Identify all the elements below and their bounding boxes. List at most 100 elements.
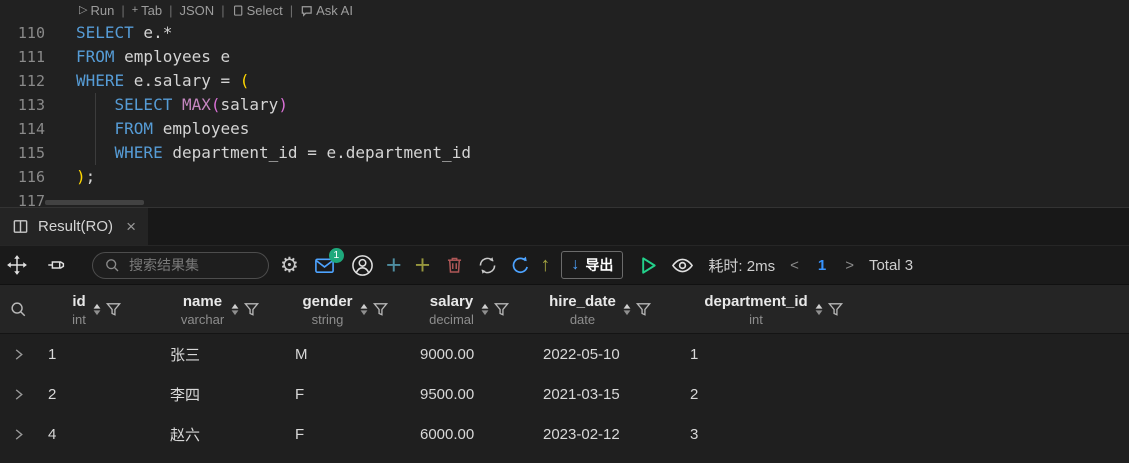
column-header[interactable]: department_id int	[670, 292, 878, 327]
line-text: SELECT MAX(salary)	[76, 93, 288, 117]
select-button[interactable]: Select	[232, 3, 283, 18]
column-title: hire_date date	[549, 292, 616, 327]
sort-icon[interactable]	[479, 301, 491, 318]
column-header[interactable]: hire_date date	[531, 292, 670, 327]
column-type: varchar	[180, 311, 225, 327]
line-number: 110	[17, 24, 45, 42]
refresh-button[interactable]	[476, 254, 499, 277]
messages-button[interactable]: 1	[313, 247, 344, 276]
table-cell[interactable]: 李四	[158, 384, 283, 405]
line-number: 116	[17, 168, 45, 186]
column-title: gender string	[302, 292, 352, 327]
table-cell[interactable]: 赵六	[158, 424, 283, 445]
search-input[interactable]: 搜索结果集	[92, 251, 269, 279]
move-button[interactable]	[6, 254, 28, 276]
pin-button[interactable]	[45, 254, 68, 276]
settings-button[interactable]: ⚙	[280, 253, 299, 278]
code-line[interactable]: 111 FROM employees e	[0, 45, 1129, 69]
codelens-separator: |	[169, 3, 173, 18]
sync-icon	[479, 256, 496, 274]
code-line[interactable]: 114 FROM employees	[0, 117, 1129, 141]
line-number: 115	[17, 144, 45, 162]
result-panel: Result(RO) × 搜索结果集 ⚙ 1 + + ↑ ↓ 导出 耗时: 2m…	[0, 207, 1129, 463]
code-line[interactable]: 116 );	[0, 165, 1129, 189]
run-query-button[interactable]: ▷ Run	[79, 3, 114, 18]
next-page-button[interactable]: >	[845, 257, 854, 274]
table-cell[interactable]: 2	[36, 386, 158, 403]
table-cell[interactable]: F	[283, 426, 408, 443]
sql-editor[interactable]: ▷ Run | + Tab | JSON | Select | Ask AI 1…	[0, 0, 1129, 210]
table-row[interactable]: 4 赵六 F 6000.00 2023-02-12 3	[0, 414, 1129, 454]
download-icon: ↓	[571, 256, 580, 273]
table-cell[interactable]: F	[283, 386, 408, 403]
sort-icon[interactable]	[358, 301, 370, 318]
column-type: decimal	[429, 311, 474, 327]
sort-icon[interactable]	[91, 301, 103, 318]
column-header[interactable]: salary decimal	[408, 292, 531, 327]
code-lines[interactable]: 110 SELECT e.* 111 FROM employees e 112 …	[0, 21, 1129, 213]
table-cell[interactable]: 2	[670, 386, 878, 403]
prev-page-button[interactable]: <	[790, 257, 799, 274]
page-number[interactable]: 1	[818, 257, 826, 274]
row-expander[interactable]	[0, 388, 36, 401]
code-line[interactable]: 115 WHERE department_id = e.department_i…	[0, 141, 1129, 165]
filter-funnel-icon[interactable]	[105, 301, 122, 318]
table-row[interactable]: 2 李四 F 9500.00 2021-03-15 2	[0, 374, 1129, 414]
grid-corner-search[interactable]	[0, 300, 36, 318]
table-cell[interactable]: 2021-03-15	[531, 386, 670, 403]
table-cell[interactable]: 9500.00	[408, 386, 531, 403]
column-header[interactable]: id int	[36, 292, 158, 327]
eye-icon	[672, 258, 694, 272]
total-count: Total 3	[868, 256, 914, 274]
tab-result[interactable]: Result(RO) ×	[0, 208, 148, 245]
row-expander[interactable]	[0, 428, 36, 441]
table-cell[interactable]: 2023-02-12	[531, 426, 670, 443]
editor-horizontal-scrollbar[interactable]	[45, 200, 144, 205]
result-toolbar: 搜索结果集 ⚙ 1 + + ↑ ↓ 导出 耗时: 2ms < 1 > Total…	[0, 246, 1129, 285]
account-button[interactable]	[351, 254, 374, 277]
filter-funnel-icon[interactable]	[243, 301, 260, 318]
sort-icon[interactable]	[813, 301, 825, 318]
table-row[interactable]: 1 张三 M 9000.00 2022-05-10 1	[0, 334, 1129, 374]
code-line[interactable]: 110 SELECT e.*	[0, 21, 1129, 45]
sort-icon[interactable]	[229, 301, 241, 318]
rollback-button[interactable]	[509, 254, 532, 277]
table-cell[interactable]: 3	[670, 426, 878, 443]
column-controls	[358, 301, 389, 318]
commit-button[interactable]: ↑	[540, 254, 550, 277]
table-cell[interactable]: 2022-05-10	[531, 346, 670, 363]
close-icon[interactable]: ×	[126, 218, 136, 235]
filter-funnel-icon[interactable]	[372, 301, 389, 318]
ask-ai-button[interactable]: Ask AI	[300, 3, 353, 18]
new-tab-button[interactable]: + Tab	[132, 3, 162, 18]
filter-funnel-icon[interactable]	[635, 301, 652, 318]
column-title: name varchar	[181, 292, 224, 327]
table-cell[interactable]: 6000.00	[408, 426, 531, 443]
filter-funnel-icon[interactable]	[827, 301, 844, 318]
json-button[interactable]: JSON	[180, 3, 215, 18]
column-header[interactable]: name varchar	[158, 292, 283, 327]
code-line[interactable]: 113 SELECT MAX(salary)	[0, 93, 1129, 117]
table-cell[interactable]: 1	[36, 346, 158, 363]
preview-button[interactable]	[670, 254, 695, 277]
filter-funnel-icon[interactable]	[493, 301, 510, 318]
table-cell[interactable]: M	[283, 346, 408, 363]
table-cell[interactable]: 4	[36, 426, 158, 443]
export-button[interactable]: ↓ 导出	[561, 251, 624, 279]
column-header[interactable]: gender string	[283, 292, 408, 327]
chevron-right-icon	[15, 428, 23, 440]
code-line[interactable]: 112 WHERE e.salary = (	[0, 69, 1129, 93]
chevron-right-icon	[15, 388, 23, 400]
ask-ai-label: Ask AI	[316, 3, 353, 18]
row-expander[interactable]	[0, 348, 36, 361]
execute-button[interactable]	[636, 254, 659, 277]
redo-circle-icon	[513, 256, 529, 273]
line-number: 113	[17, 96, 45, 114]
sort-icon[interactable]	[621, 301, 633, 318]
add-row-button[interactable]: +	[386, 251, 402, 279]
table-cell[interactable]: 9000.00	[408, 346, 531, 363]
table-cell[interactable]: 1	[670, 346, 878, 363]
delete-row-button[interactable]	[444, 254, 465, 276]
add-column-button[interactable]: +	[415, 251, 431, 279]
table-cell[interactable]: 张三	[158, 344, 283, 365]
